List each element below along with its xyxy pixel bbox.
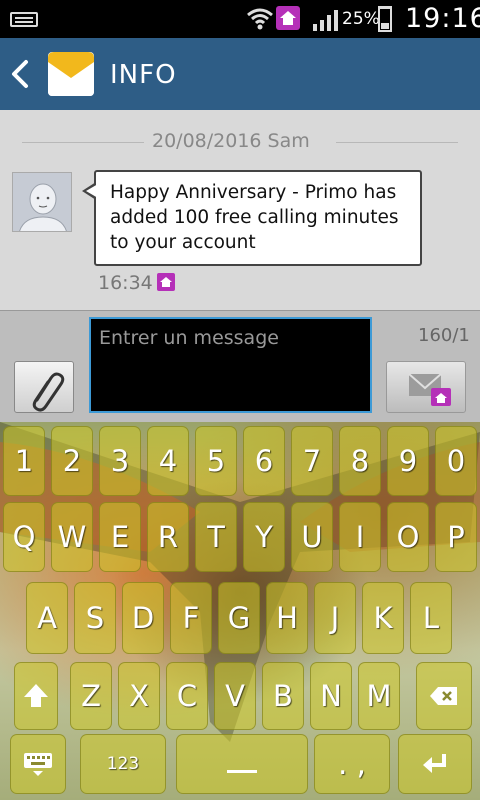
message-time: 16:34: [98, 272, 153, 294]
envelope-icon: [48, 52, 94, 96]
key-g[interactable]: G: [218, 582, 260, 654]
enter-arrow-icon: [423, 754, 446, 773]
key-m[interactable]: M: [358, 662, 400, 730]
keyboard: 1234567890 QWERTYUIOP ASDFGHJKL ZXCVBNM …: [0, 422, 480, 800]
chevron-left-icon: [12, 60, 28, 88]
enter-key[interactable]: [398, 734, 472, 794]
keyboard-icon: [24, 753, 52, 776]
date-header: 20/08/2016 Sam: [0, 128, 480, 156]
key-e[interactable]: E: [99, 502, 141, 572]
key-1[interactable]: 1: [3, 426, 45, 496]
key-n[interactable]: N: [310, 662, 352, 730]
shift-key[interactable]: [14, 662, 58, 730]
key-2[interactable]: 2: [51, 426, 93, 496]
backspace-icon: [430, 687, 457, 705]
key-f[interactable]: F: [170, 582, 212, 654]
back-button[interactable]: [8, 56, 38, 92]
action-bar: INFO: [0, 38, 480, 110]
date-header-text: 20/08/2016 Sam: [152, 130, 310, 152]
wifi-icon: [247, 8, 273, 30]
message-input-placeholder: Entrer un message: [99, 327, 279, 349]
keyboard-settings-key[interactable]: [10, 734, 66, 794]
conversation-area[interactable]: 20/08/2016 Sam Happy Anniversary - Primo…: [0, 110, 480, 310]
attach-button[interactable]: [14, 361, 74, 413]
key-o[interactable]: O: [387, 502, 429, 572]
key-i[interactable]: I: [339, 502, 381, 572]
message-text: Happy Anniversary - Primo has added 100 …: [110, 182, 399, 253]
status-clock: 19:16: [405, 3, 480, 34]
key-7[interactable]: 7: [291, 426, 333, 496]
key-8[interactable]: 8: [339, 426, 381, 496]
space-bar-icon: [227, 769, 257, 773]
shift-arrow-icon: [24, 684, 48, 707]
signal-strength-icon: [313, 10, 338, 31]
key-h[interactable]: H: [266, 582, 308, 654]
key-9[interactable]: 9: [387, 426, 429, 496]
key-v[interactable]: V: [214, 662, 256, 730]
key-r[interactable]: R: [147, 502, 189, 572]
keyboard-indicator-icon: [10, 12, 38, 27]
home-badge-icon: [157, 273, 175, 291]
space-key[interactable]: [176, 734, 308, 794]
key-z[interactable]: Z: [70, 662, 112, 730]
key-s[interactable]: S: [74, 582, 116, 654]
punctuation-key[interactable]: . ,: [314, 734, 390, 794]
send-mms-icon: [408, 373, 451, 406]
key-3[interactable]: 3: [99, 426, 141, 496]
conversation-title[interactable]: INFO: [110, 60, 177, 90]
key-c[interactable]: C: [166, 662, 208, 730]
character-counter: 160/1: [418, 325, 470, 346]
home-notification-icon: [276, 6, 300, 30]
message-bubble[interactable]: Happy Anniversary - Primo has added 100 …: [82, 170, 422, 266]
divider: [22, 142, 144, 143]
key-x[interactable]: X: [118, 662, 160, 730]
paperclip-icon: [32, 372, 65, 412]
key-j[interactable]: J: [314, 582, 356, 654]
key-5[interactable]: 5: [195, 426, 237, 496]
key-0[interactable]: 0: [435, 426, 477, 496]
divider: [336, 142, 458, 143]
symbols-key[interactable]: 123: [80, 734, 166, 794]
battery-icon: [378, 6, 392, 32]
key-t[interactable]: T: [195, 502, 237, 572]
key-b[interactable]: B: [262, 662, 304, 730]
key-u[interactable]: U: [291, 502, 333, 572]
key-4[interactable]: 4: [147, 426, 189, 496]
avatar[interactable]: [12, 172, 72, 232]
backspace-key[interactable]: [416, 662, 472, 730]
send-button[interactable]: [386, 361, 466, 413]
battery-percent: 25%: [342, 9, 380, 29]
key-d[interactable]: D: [122, 582, 164, 654]
key-6[interactable]: 6: [243, 426, 285, 496]
compose-bar: Entrer un message 160/1: [0, 310, 480, 422]
key-y[interactable]: Y: [243, 502, 285, 572]
key-p[interactable]: P: [435, 502, 477, 572]
key-w[interactable]: W: [51, 502, 93, 572]
status-bar: 25% 19:16: [0, 0, 480, 38]
key-l[interactable]: L: [410, 582, 452, 654]
message-input[interactable]: Entrer un message: [89, 317, 372, 413]
key-a[interactable]: A: [26, 582, 68, 654]
key-q[interactable]: Q: [3, 502, 45, 572]
key-k[interactable]: K: [362, 582, 404, 654]
